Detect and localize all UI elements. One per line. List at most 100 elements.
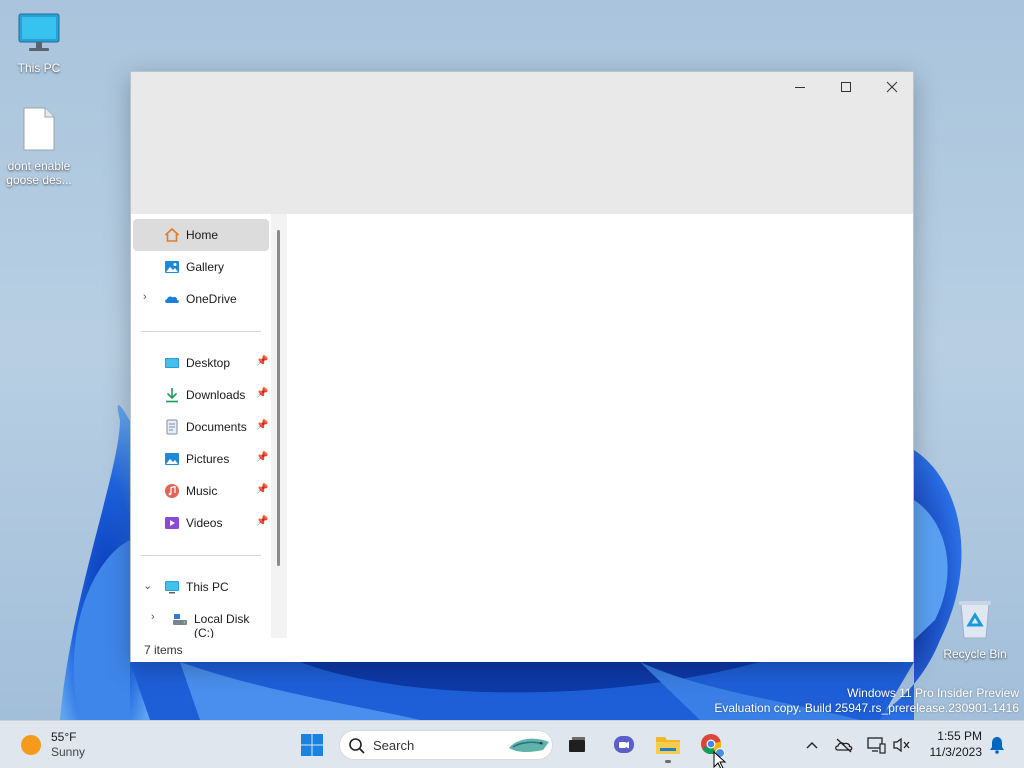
- teams-chat-icon: [614, 736, 634, 753]
- nav-item-label: Music: [186, 484, 218, 498]
- desktop-icon-label-line2: goose des...: [6, 173, 72, 187]
- downloads-icon: [166, 388, 178, 403]
- network-icon: [867, 737, 886, 754]
- nav-divider: [141, 555, 261, 556]
- nav-item-label: Gallery: [186, 260, 225, 274]
- nav-item-label: This PC: [186, 580, 229, 594]
- weather-condition: Sunny: [51, 745, 86, 759]
- nav-divider: [141, 331, 261, 332]
- status-bar: 7 items: [131, 638, 913, 662]
- bell-icon: [990, 737, 1004, 754]
- pin-icon[interactable]: 📌: [256, 516, 268, 527]
- pin-icon[interactable]: 📌: [256, 356, 268, 367]
- notifications-button[interactable]: [986, 731, 1008, 759]
- task-view-icon: [569, 737, 585, 752]
- taskbar: 55°F Sunny Search 1:55 PM 11/3/2023: [0, 720, 1024, 768]
- documents-icon: [166, 419, 178, 435]
- watermark-line1: Windows 11 Pro Insider Preview: [847, 686, 1019, 700]
- active-app-indicator: [665, 760, 671, 763]
- network-tray-button[interactable]: [864, 731, 888, 759]
- nav-item-this-pc[interactable]: ⌄ This PC: [133, 571, 269, 603]
- navigation-pane[interactable]: Home Gallery › OneDrive Desktop 📌 Downlo…: [131, 214, 287, 640]
- chevron-down-icon[interactable]: ⌄: [143, 579, 155, 595]
- nav-item-label: Downloads: [186, 388, 246, 402]
- gallery-icon: [165, 261, 179, 273]
- minimize-icon: [795, 86, 805, 88]
- drive-icon: [173, 614, 187, 625]
- nav-item-label: Pictures: [186, 452, 230, 466]
- nav-scrollbar[interactable]: [277, 230, 280, 566]
- file-explorer-window[interactable]: Home Gallery › OneDrive Desktop 📌 Downlo…: [130, 71, 914, 662]
- chevron-right-icon[interactable]: ›: [143, 291, 155, 307]
- pin-icon[interactable]: 📌: [256, 420, 268, 431]
- nav-item-label: Desktop: [186, 356, 231, 370]
- clock-date: 11/3/2023: [929, 745, 983, 759]
- desktop-icon-text-file[interactable]: dont enable goose des...: [1, 106, 77, 187]
- nav-item-home[interactable]: Home: [133, 219, 269, 251]
- mouse-cursor-icon: [713, 751, 727, 768]
- chevron-up-icon: [806, 742, 818, 749]
- search-placeholder: Search: [373, 738, 415, 753]
- nav-item-label: OneDrive: [186, 292, 237, 306]
- start-icon: [301, 734, 323, 756]
- nav-item-videos[interactable]: Videos 📌: [133, 507, 269, 539]
- nav-item-label: Videos: [186, 516, 223, 530]
- desktop-icon-label-line1: dont enable: [7, 159, 71, 173]
- onedrive-tray-button[interactable]: [832, 731, 856, 759]
- nav-item-onedrive[interactable]: › OneDrive: [133, 283, 269, 315]
- nav-item-label: Documents: [186, 420, 247, 434]
- close-button[interactable]: [869, 72, 915, 102]
- volume-muted-icon: [893, 737, 910, 753]
- show-hidden-icons-button[interactable]: [800, 731, 824, 759]
- file-explorer-icon: [656, 737, 680, 754]
- videos-icon: [165, 517, 179, 529]
- minimize-button[interactable]: [777, 72, 823, 102]
- monitor-icon: [1, 12, 77, 57]
- search-icon: [349, 738, 365, 754]
- weather-temp: 55°F: [51, 730, 77, 744]
- music-icon: [165, 484, 179, 498]
- task-view-button[interactable]: [563, 731, 591, 759]
- clock-time: 1:55 PM: [937, 729, 982, 743]
- maximize-icon: [841, 82, 851, 92]
- cloud-offline-icon: [835, 738, 853, 753]
- clock[interactable]: 1:55 PM 11/3/2023: [922, 728, 986, 762]
- content-pane[interactable]: [287, 214, 913, 638]
- onedrive-icon: [165, 296, 179, 303]
- pin-icon[interactable]: 📌: [256, 484, 268, 495]
- nav-item-desktop[interactable]: Desktop 📌: [133, 347, 269, 379]
- weather-widget[interactable]: 55°F Sunny: [14, 729, 104, 761]
- pictures-icon: [165, 453, 179, 465]
- nav-item-music[interactable]: Music 📌: [133, 475, 269, 507]
- desktop-folder-icon: [165, 358, 179, 368]
- nav-item-gallery[interactable]: Gallery: [133, 251, 269, 283]
- desktop-icon-recycle-bin[interactable]: Recycle Bin: [937, 598, 1013, 661]
- nav-item-local-disk[interactable]: › Local Disk (C:): [133, 603, 269, 640]
- sun-icon: [21, 735, 41, 755]
- nav-item-label: Home: [186, 228, 219, 242]
- teams-chat-button[interactable]: [610, 731, 638, 759]
- chevron-right-icon[interactable]: ›: [151, 611, 163, 627]
- this-pc-icon: [165, 581, 179, 594]
- volume-tray-button[interactable]: [890, 731, 914, 759]
- recycle-bin-icon: [937, 598, 1013, 643]
- desktop-icon-this-pc[interactable]: This PC: [1, 12, 77, 75]
- home-icon: [164, 227, 180, 242]
- file-explorer-taskbar-button[interactable]: [654, 731, 682, 763]
- pin-icon[interactable]: 📌: [256, 388, 268, 399]
- taskbar-search-box[interactable]: Search: [339, 730, 553, 760]
- close-icon: [886, 81, 898, 93]
- nav-item-pictures[interactable]: Pictures 📌: [133, 443, 269, 475]
- nav-item-documents[interactable]: Documents 📌: [133, 411, 269, 443]
- maximize-button[interactable]: [823, 72, 869, 102]
- desktop-icon-label: This PC: [17, 61, 61, 75]
- item-count: 7 items: [144, 643, 183, 657]
- desktop-icon-label: Recycle Bin: [943, 647, 1007, 661]
- window-titlebar[interactable]: [131, 72, 913, 214]
- start-button[interactable]: [298, 731, 326, 759]
- pin-icon[interactable]: 📌: [256, 452, 268, 463]
- file-icon: [1, 106, 77, 155]
- nav-item-downloads[interactable]: Downloads 📌: [133, 379, 269, 411]
- search-highlight-icon: [509, 738, 549, 752]
- nav-item-label: Local Disk (C:): [194, 612, 250, 640]
